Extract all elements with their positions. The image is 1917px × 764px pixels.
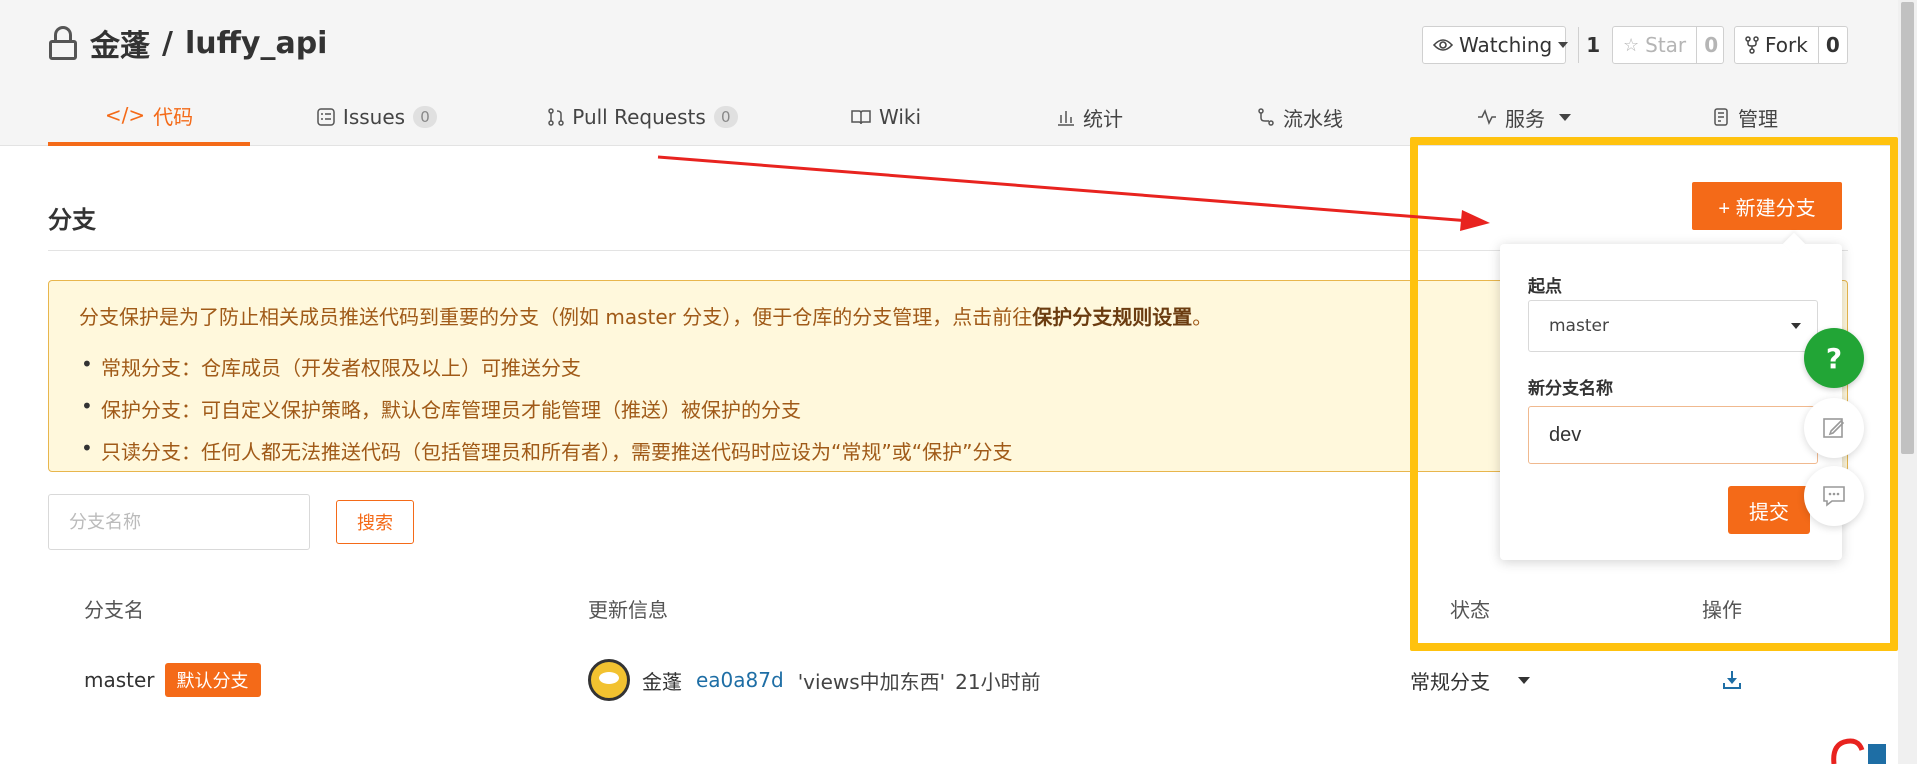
submit-button[interactable]: 提交 bbox=[1728, 486, 1810, 534]
fork-count[interactable]: 0 bbox=[1819, 27, 1847, 63]
chevron-down-icon bbox=[1558, 42, 1569, 48]
notice-lead-end: 。 bbox=[1192, 305, 1213, 329]
branch-name-cell: master 默认分支 bbox=[84, 648, 261, 712]
issues-icon bbox=[317, 108, 335, 126]
help-button[interactable]: ? bbox=[1804, 328, 1864, 388]
new-branch-button[interactable]: + 新建分支 bbox=[1692, 182, 1842, 230]
repo-separator: / bbox=[162, 25, 173, 61]
new-branch-name-input[interactable] bbox=[1528, 406, 1818, 464]
tab-manage-label: 管理 bbox=[1738, 106, 1778, 131]
page: 金蓬 / luffy_api Watching 1 ☆ Star 0 Fork bbox=[0, 0, 1917, 764]
repo-owner-link[interactable]: 金蓬 bbox=[90, 21, 150, 65]
tab-wiki-label: Wiki bbox=[878, 105, 922, 129]
edit-icon bbox=[1823, 418, 1845, 438]
update-info-cell: 金蓬 ea0a87d 'views中加东西' 21小时前 bbox=[588, 648, 1041, 712]
column-header-actions: 操作 bbox=[1702, 598, 1742, 622]
tab-services[interactable]: 服务 bbox=[1474, 88, 1574, 146]
tab-services-label: 服务 bbox=[1505, 106, 1545, 131]
status-value: 常规分支 bbox=[1410, 669, 1490, 694]
fork-button[interactable]: Fork 0 bbox=[1734, 26, 1848, 64]
fork-label: Fork bbox=[1765, 33, 1808, 57]
start-point-label: 起点 bbox=[1528, 277, 1562, 297]
download-icon bbox=[1722, 671, 1742, 689]
status-select[interactable]: 常规分支 bbox=[1410, 648, 1530, 712]
repo-header: 金蓬 / luffy_api Watching 1 ☆ Star 0 Fork bbox=[0, 0, 1917, 146]
tab-pipeline-label: 流水线 bbox=[1283, 106, 1343, 131]
feedback-button[interactable] bbox=[1804, 398, 1864, 458]
commit-hash-link[interactable]: ea0a87d bbox=[696, 668, 784, 692]
repo-title: 金蓬 / luffy_api bbox=[48, 22, 327, 64]
eye-icon bbox=[1433, 39, 1453, 51]
search-button[interactable]: 搜索 bbox=[336, 500, 414, 544]
tab-wiki[interactable]: Wiki bbox=[846, 88, 926, 146]
star-button[interactable]: ☆ Star 0 bbox=[1612, 26, 1724, 64]
fork-icon bbox=[1745, 36, 1759, 54]
repo-name-link[interactable]: luffy_api bbox=[185, 26, 328, 61]
scrollbar-thumb[interactable] bbox=[1901, 2, 1914, 454]
tab-pull-requests-label: Pull Requests bbox=[572, 105, 706, 129]
chevron-down-icon bbox=[1791, 323, 1801, 329]
watch-count[interactable]: 1 bbox=[1579, 27, 1607, 63]
commit-author[interactable]: 金蓬 bbox=[642, 666, 682, 695]
page-title: 分支 bbox=[48, 206, 96, 234]
bar-chart-icon bbox=[1058, 111, 1074, 126]
commit-message: 'views中加东西' bbox=[797, 669, 946, 694]
new-branch-popover: 起点 master 新分支名称 提交 bbox=[1500, 244, 1842, 560]
pipeline-icon bbox=[1258, 108, 1274, 126]
code-icon: </> bbox=[104, 103, 146, 127]
tab-pipeline[interactable]: 流水线 bbox=[1250, 88, 1350, 146]
tab-issues[interactable]: Issues 0 bbox=[312, 88, 442, 146]
settings-doc-icon bbox=[1714, 108, 1728, 126]
ime-icon[interactable] bbox=[1828, 734, 1888, 764]
tab-code-label: 代码 bbox=[153, 104, 194, 129]
start-point-select[interactable]: master bbox=[1528, 300, 1818, 352]
avatar[interactable] bbox=[588, 659, 630, 701]
lock-icon bbox=[48, 26, 78, 60]
chevron-down-icon bbox=[1518, 676, 1530, 684]
column-header-status: 状态 bbox=[1450, 598, 1490, 622]
protection-rules-link[interactable]: 保护分支规则设置 bbox=[1032, 305, 1192, 329]
chat-button[interactable] bbox=[1804, 466, 1864, 526]
column-header-branch: 分支名 bbox=[84, 598, 144, 622]
watch-button[interactable]: Watching 1 bbox=[1422, 26, 1600, 64]
issues-count-badge: 0 bbox=[413, 106, 438, 128]
column-header-update: 更新信息 bbox=[588, 598, 668, 622]
star-icon: ☆ bbox=[1623, 34, 1640, 56]
tab-manage[interactable]: 管理 bbox=[1706, 88, 1786, 146]
activity-icon bbox=[1478, 109, 1496, 125]
tab-issues-label: Issues bbox=[342, 105, 406, 129]
chat-icon bbox=[1823, 486, 1845, 507]
notice-lead-text: 分支保护是为了防止相关成员推送代码到重要的分支（例如 master 分支），便于… bbox=[79, 305, 1033, 329]
branch-search-input[interactable] bbox=[48, 494, 310, 550]
book-icon bbox=[851, 110, 871, 125]
branch-name-link[interactable]: master bbox=[84, 668, 155, 692]
repo-tabs: </> 代码 Issues 0 Pull Requests 0 Wiki 统计 bbox=[0, 88, 1917, 146]
star-count[interactable]: 0 bbox=[1697, 27, 1725, 63]
download-button[interactable] bbox=[1722, 648, 1742, 712]
star-label: Star bbox=[1645, 33, 1687, 57]
start-point-value: master bbox=[1549, 316, 1609, 336]
table-row: master 默认分支 金蓬 ea0a87d 'views中加东西' 21小时前… bbox=[48, 648, 1848, 712]
tab-pull-requests[interactable]: Pull Requests 0 bbox=[548, 88, 738, 146]
tab-code[interactable]: </> 代码 bbox=[48, 88, 250, 146]
pull-requests-count-badge: 0 bbox=[713, 106, 738, 128]
commit-time: 21小时前 bbox=[955, 669, 1041, 694]
default-branch-badge: 默认分支 bbox=[164, 663, 261, 697]
pull-request-icon bbox=[548, 108, 564, 126]
tab-stats[interactable]: 统计 bbox=[1050, 88, 1130, 146]
chevron-down-icon bbox=[1559, 113, 1571, 121]
scrollbar[interactable] bbox=[1898, 0, 1917, 764]
watch-label: Watching bbox=[1459, 33, 1553, 57]
tab-stats-label: 统计 bbox=[1083, 106, 1123, 131]
branch-name-label: 新分支名称 bbox=[1528, 379, 1613, 399]
